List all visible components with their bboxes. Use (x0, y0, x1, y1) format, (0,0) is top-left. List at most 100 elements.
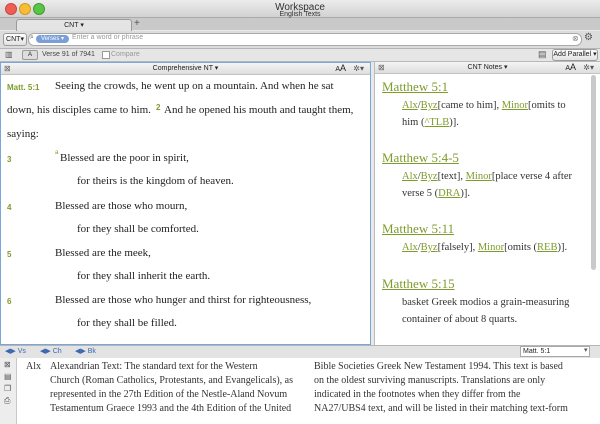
chevron-down-icon[interactable]: ▾ (584, 346, 588, 354)
reference-value: Matt. 5:1 (523, 348, 551, 355)
verse-text-line: Blessed are those who hunger and thirst … (55, 294, 312, 306)
note-text: [omits ( (504, 242, 538, 253)
sidebar-toggle-icon[interactable]: ▥ (5, 50, 13, 59)
chapter-nav-label: Ch (52, 348, 62, 355)
text-size-icon[interactable]: AA (335, 63, 346, 75)
version-select[interactable]: CNT▾ (3, 33, 27, 46)
add-parallel-button[interactable]: Add Parallel ▾ (552, 49, 598, 61)
font-size-icon[interactable]: A (22, 50, 38, 60)
note-link[interactable]: Byz (421, 171, 438, 182)
verse-ref: Matt. 5:1 (7, 83, 40, 92)
note-link[interactable]: Byz (421, 242, 438, 253)
close-pane-icon[interactable]: ⊠ (378, 62, 385, 73)
note-text: [text], (437, 171, 466, 182)
info-sidebar: ⊠ ▤ ❐ ⎙ (0, 358, 17, 424)
note-line: Alx/Byz[came to him], Minor[omits to (402, 100, 566, 111)
note-link[interactable]: ^TLB (424, 117, 449, 128)
info-text-line: indicated in the footnotes when they dif… (314, 389, 521, 400)
book-nav[interactable]: ◀▶ Bk (75, 347, 96, 355)
note-heading[interactable]: Matthew 5:15 (382, 276, 455, 292)
compare-checkbox[interactable] (102, 51, 110, 59)
window-subtitle: English Texts (279, 11, 321, 18)
note-text: [came to him], (437, 100, 502, 111)
add-tab-button[interactable]: + (134, 18, 144, 29)
reference-input[interactable]: Matt. 5:1 (520, 346, 590, 357)
note-text: [omits to (528, 100, 566, 111)
note-line: verse 5 (DRA)]. (402, 188, 470, 199)
note-text: verse 5 ( (402, 188, 439, 199)
note-text: )]. (460, 188, 470, 199)
settings-icon[interactable]: ⚙ (584, 32, 593, 43)
note-link[interactable]: Minor (478, 242, 504, 253)
pane-settings-icon[interactable]: ✲▾ (353, 63, 364, 74)
verse-text-line: Blessed are those who mourn, (55, 200, 188, 212)
verse-text-line: Blessed are the poor in spirit, (60, 152, 189, 164)
verse-text-line: Blessed are the meek, (55, 247, 151, 259)
info-text-line: Alexandrian Text: The standard text for … (50, 361, 258, 372)
footnote-mark[interactable]: a (55, 150, 58, 156)
note-line: basket Greek modios a grain-measuring (402, 297, 570, 308)
note-link[interactable]: REB (537, 242, 557, 253)
scope-label: Verses (41, 36, 60, 42)
verse-text-line: down, his disciples came to him. (7, 104, 151, 116)
verse-text-line: for they shall be filled. (77, 317, 177, 329)
note-link[interactable]: Alx (402, 171, 418, 182)
note-heading[interactable]: Matthew 5:1 (382, 79, 448, 95)
note-text: )]. (557, 242, 568, 253)
copy-icon[interactable]: ❐ (4, 384, 11, 393)
verse-number: 3 (7, 155, 12, 164)
verse-number: 2 (156, 103, 161, 112)
note-line: him (^TLB)]. (402, 117, 459, 128)
note-link[interactable]: DRA (438, 188, 460, 199)
bible-text-pane: ⊠ Comprehensive NT ▾ AA ✲▾ Matt. 5:1 See… (0, 62, 371, 345)
notes-scrollbar[interactable] (591, 75, 596, 270)
note-heading[interactable]: Matthew 5:11 (382, 221, 454, 237)
verse-text-line: saying: (7, 128, 39, 140)
info-text-line: represented in the 27th Edition of the N… (50, 389, 288, 400)
pane-title[interactable]: Comprehensive NT (153, 65, 213, 72)
note-line: Alx/Byz[text], Minor[place verse 4 after (402, 171, 572, 182)
verse-text-line: for theirs is the kingdom of heaven. (77, 175, 234, 187)
text-size-icon[interactable]: AA (565, 62, 576, 74)
note-link[interactable]: Byz (421, 100, 438, 111)
verse-nav[interactable]: ◀▶ Vs (5, 347, 26, 355)
chapter-nav[interactable]: ◀▶ Ch (40, 347, 62, 355)
pane-header: ⊠ Comprehensive NT ▾ AA ✲▾ (1, 63, 370, 75)
notes-pane: ⊠ CNT Notes ▾ AA ✲▾ Matthew 5:1 Alx/Byz[… (374, 62, 600, 345)
verse-number: 5 (7, 250, 12, 259)
info-text-line: Testamentum Graece 1993 and the 4th Edit… (50, 403, 292, 414)
note-text: [falsely], (437, 242, 478, 253)
verse-number: 4 (7, 203, 12, 212)
note-link[interactable]: Alx (402, 100, 418, 111)
note-text: him ( (402, 117, 425, 128)
verse-position: Verse 91 of 7941 (42, 51, 95, 58)
book-nav-label: Bk (87, 348, 96, 355)
verse-text-line: for they shall be comforted. (77, 223, 199, 235)
close-pane-icon[interactable]: ⊠ (4, 63, 11, 74)
note-link[interactable]: Alx (402, 242, 418, 253)
compare-label: Compare (111, 51, 140, 58)
close-info-icon[interactable]: ⊠ (4, 360, 11, 369)
verse-text-line: And he opened his mouth and taught them, (164, 104, 354, 116)
version-label: CNT (6, 36, 21, 43)
search-scope-pill[interactable]: Verses ▾ (36, 35, 70, 43)
pane-settings-icon[interactable]: ✲▾ (583, 62, 594, 73)
pane-title[interactable]: CNT Notes (468, 64, 503, 71)
title-bar: Workspace English Texts (0, 0, 600, 18)
note-link[interactable]: Minor (466, 171, 492, 182)
note-text: )]. (449, 117, 459, 128)
chevron-down-icon[interactable]: ▾ (80, 22, 84, 29)
info-text-line: NA27/UBS4 text, and will be listed in th… (314, 403, 568, 414)
notes-icon[interactable]: ▤ (538, 49, 547, 60)
clear-search-icon[interactable]: ⊗ (572, 34, 579, 43)
note-link[interactable]: Minor (502, 100, 528, 111)
verse-number: 6 (7, 297, 12, 306)
info-text-line: Church (Roman Catholics, Protestants, an… (50, 375, 294, 386)
document-icon[interactable]: ▤ (4, 372, 12, 381)
add-parallel-label: Add Parallel (553, 51, 592, 58)
note-heading[interactable]: Matthew 5:4-5 (382, 150, 459, 166)
print-icon[interactable]: ⎙ (4, 396, 10, 406)
info-text-line: on the oldest surviving manuscripts. Tra… (314, 375, 546, 386)
info-text-line: Bible Societies Greek New Testament 1994… (314, 361, 563, 372)
note-line: container of about 8 quarts. (402, 314, 518, 325)
